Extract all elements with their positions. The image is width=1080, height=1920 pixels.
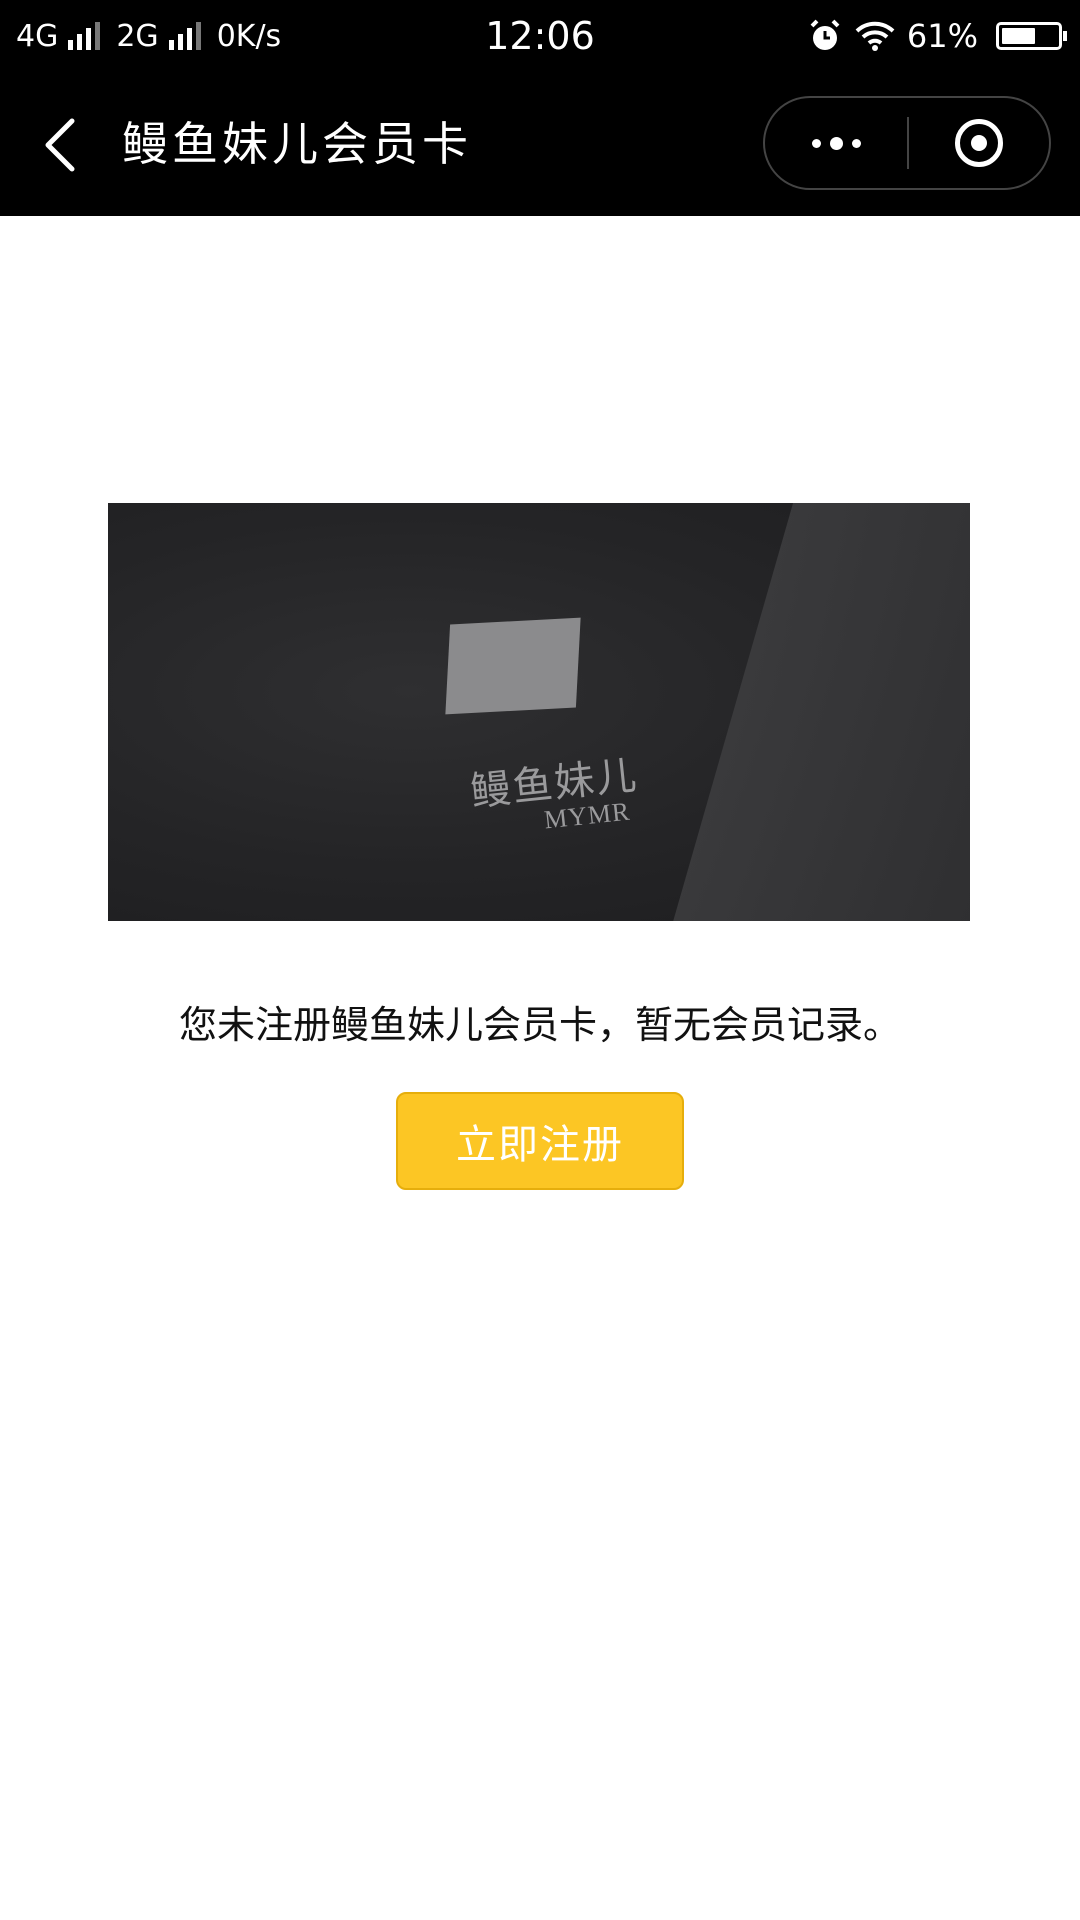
status-right: 61% bbox=[807, 0, 1067, 72]
more-dots-icon bbox=[811, 138, 821, 148]
member-card-image: 鳗鱼妹儿 MYMR bbox=[108, 503, 970, 921]
card-shadow bbox=[655, 503, 970, 921]
status-bar: 4G 2G 0K/s 12:06 61% bbox=[0, 0, 1080, 72]
close-button[interactable] bbox=[909, 98, 1049, 188]
alarm-icon bbox=[810, 19, 840, 50]
battery-icon bbox=[996, 22, 1067, 50]
wifi-icon bbox=[855, 21, 895, 51]
battery-percent: 61% bbox=[906, 17, 978, 55]
brand-logo-square bbox=[445, 617, 581, 715]
no-membership-notice: 您未注册鳗鱼妹儿会员卡，暂无会员记录。 bbox=[178, 1003, 901, 1047]
mini-program-capsule bbox=[763, 96, 1051, 190]
page-title: 鳗鱼妹儿会员卡 bbox=[122, 117, 472, 171]
target-close-icon bbox=[955, 119, 1003, 167]
more-button[interactable] bbox=[765, 98, 907, 188]
more-dots-icon bbox=[829, 136, 843, 150]
more-dots-icon bbox=[851, 138, 861, 148]
nav-bar: 鳗鱼妹儿会员卡 bbox=[0, 72, 1080, 216]
chevron-left-icon bbox=[45, 118, 75, 172]
back-button[interactable] bbox=[30, 110, 90, 180]
register-button[interactable]: 立即注册 bbox=[396, 1092, 684, 1190]
